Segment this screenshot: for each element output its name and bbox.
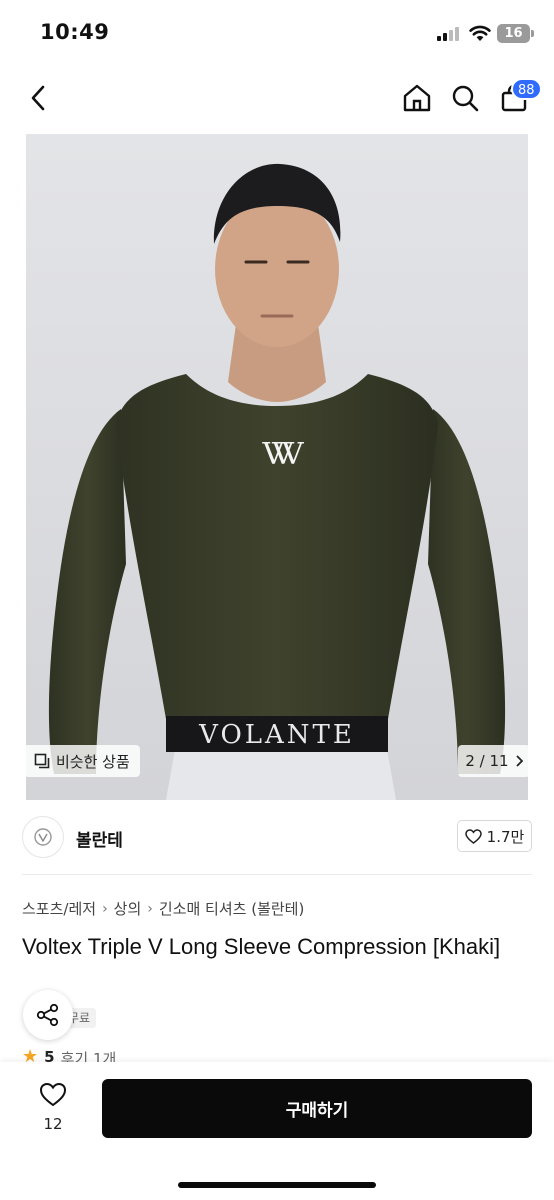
- search-icon: [452, 85, 479, 112]
- battery-icon: 16: [497, 24, 530, 43]
- shop-name[interactable]: 볼란테: [76, 826, 123, 851]
- product-image[interactable]: VOLANTE VVV: [26, 134, 528, 800]
- home-button[interactable]: [399, 80, 435, 116]
- breadcrumb: 스포츠/레저 › 상의 › 긴소매 티셔츠 (볼란테): [22, 898, 304, 919]
- buy-button[interactable]: 구매하기: [102, 1079, 532, 1138]
- waistband-text: VOLANTE: [198, 720, 355, 750]
- wishlist-button[interactable]: 12: [30, 1082, 76, 1133]
- breadcrumb-item-tops[interactable]: 상의: [114, 898, 142, 919]
- battery-tip: [531, 30, 534, 37]
- product-title: Voltex Triple V Long Sleeve Compression …: [22, 934, 501, 959]
- breadcrumb-item-sports[interactable]: 스포츠/레저: [22, 898, 96, 919]
- chevron-right-icon: ›: [102, 900, 108, 917]
- similar-label: 비슷한 상품: [56, 752, 130, 771]
- bottom-action-bar: 12 구매하기: [0, 1062, 554, 1200]
- heart-icon: [464, 828, 482, 844]
- share-icon: [36, 1003, 59, 1027]
- search-button[interactable]: [447, 80, 483, 116]
- shop-logo[interactable]: [22, 816, 64, 858]
- divider: [22, 874, 532, 875]
- shop-row: 볼란테 1.7만: [0, 810, 554, 866]
- top-nav: [0, 66, 554, 132]
- chevron-right-icon: ›: [147, 900, 153, 917]
- share-button[interactable]: [23, 990, 73, 1040]
- model-photo: VOLANTE VVV: [26, 134, 528, 800]
- chevron-right-icon: [515, 755, 523, 767]
- wishlist-count: 12: [43, 1115, 63, 1133]
- back-icon: [31, 85, 45, 111]
- shop-like-button[interactable]: 1.7만: [457, 820, 532, 852]
- shop-like-count: 1.7만: [486, 827, 525, 846]
- breadcrumb-item-longsleeve[interactable]: 긴소매 티셔츠 (볼란테): [159, 898, 304, 919]
- status-bar: 10:49 16: [0, 0, 554, 66]
- similar-products-button[interactable]: 비슷한 상품: [24, 745, 140, 777]
- signal-icon: [437, 27, 463, 41]
- cart-count-badge: 88: [511, 78, 542, 100]
- image-page-indicator[interactable]: 2 / 11: [458, 745, 530, 777]
- home-icon: [403, 84, 431, 112]
- heart-icon: [39, 1082, 67, 1107]
- back-button[interactable]: [20, 80, 56, 116]
- home-indicator: [178, 1182, 376, 1188]
- page-indicator-text: 2 / 11: [465, 752, 509, 770]
- status-time: 10:49: [40, 20, 110, 44]
- wifi-icon: [469, 25, 491, 46]
- similar-icon: [34, 753, 50, 769]
- shop-emblem-icon: [34, 828, 52, 846]
